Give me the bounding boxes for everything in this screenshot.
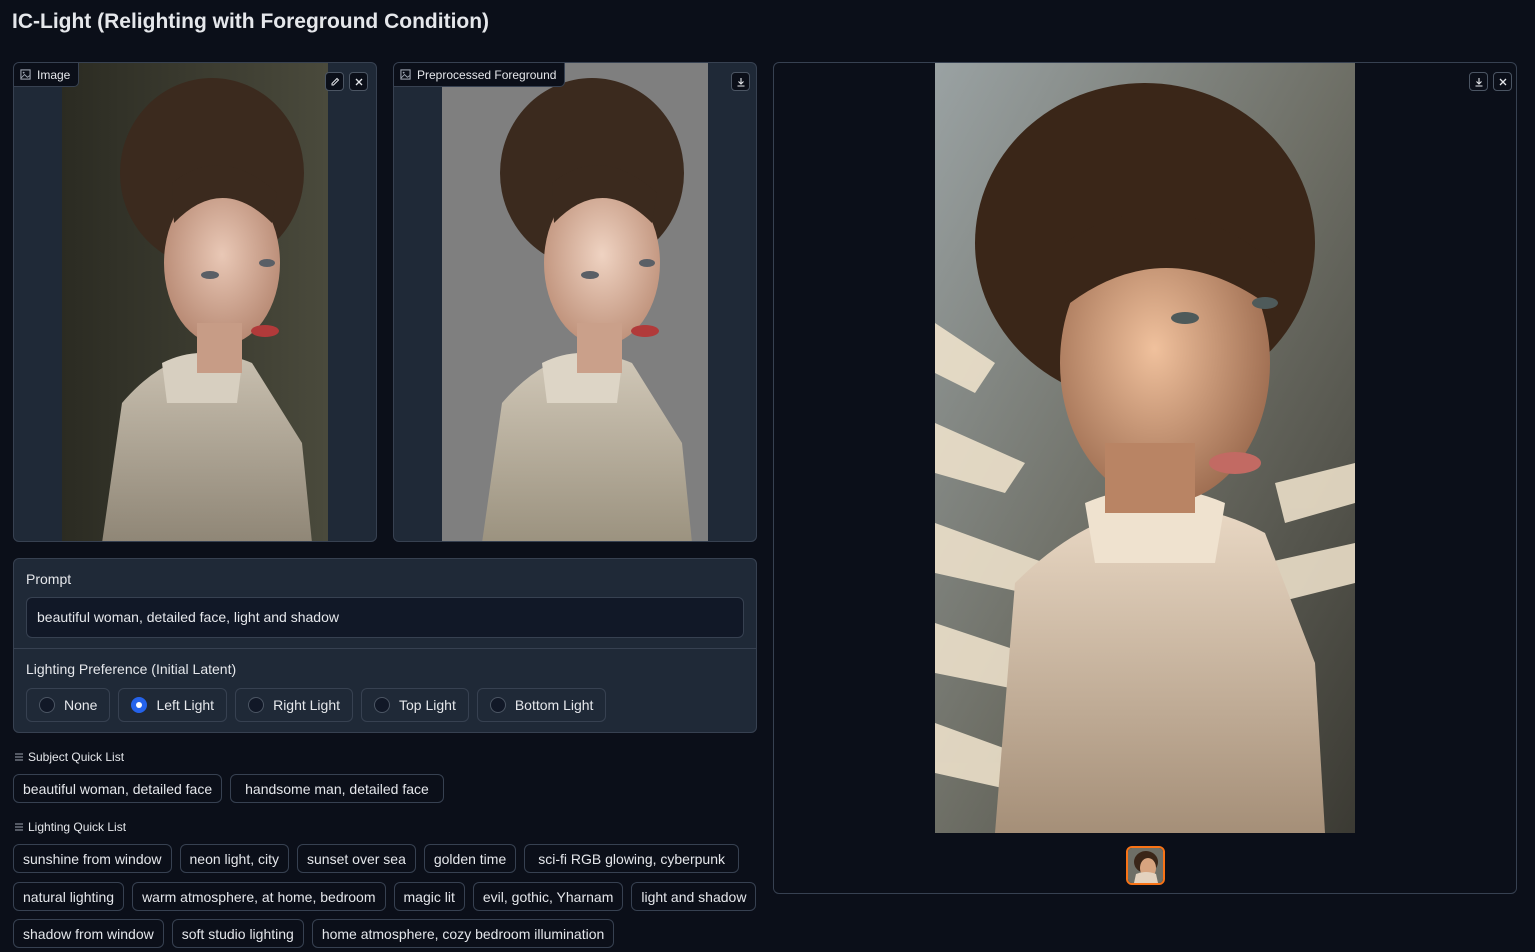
radio-label: Right Light	[273, 697, 341, 713]
close-gallery-button[interactable]	[1493, 72, 1512, 91]
lighting-chip[interactable]: magic lit	[393, 882, 465, 911]
list-icon	[15, 753, 23, 761]
lighting-chip[interactable]: home atmosphere, cozy bedroom illuminati…	[311, 919, 615, 948]
output-gallery-panel[interactable]	[773, 62, 1517, 894]
prompt-block: Prompt beautiful woman, detailed face, l…	[13, 558, 757, 733]
input-photo	[62, 63, 328, 541]
list-icon	[15, 823, 23, 831]
preprocessed-label: Preprocessed Foreground	[417, 67, 557, 82]
close-icon	[355, 78, 362, 85]
edit-icon	[331, 77, 339, 85]
lighting-quick-list-label: Lighting Quick List	[28, 820, 127, 834]
download-icon	[737, 77, 744, 87]
lighting-chip[interactable]: shadow from window	[13, 919, 164, 948]
lighting-quick-list-row: sunshine from window neon light, city su…	[13, 844, 739, 873]
image-input-label: Image	[37, 67, 71, 82]
radio-label: None	[64, 697, 98, 713]
lighting-quick-list-title: Lighting Quick List	[14, 820, 126, 834]
radio-top-light[interactable]: Top Light	[361, 688, 469, 722]
subject-quick-list-label: Subject Quick List	[28, 750, 125, 764]
subject-quick-list: beautiful woman, detailed face handsome …	[13, 774, 444, 803]
lighting-chip[interactable]: sunset over sea	[297, 844, 416, 873]
close-icon	[1499, 78, 1506, 85]
thumbnail-image	[1128, 848, 1163, 883]
subject-chip[interactable]: handsome man, detailed face	[230, 774, 444, 803]
radio-dot	[374, 697, 391, 713]
radio-label: Bottom Light	[514, 697, 594, 713]
image-icon	[400, 69, 411, 80]
prompt-input[interactable]: beautiful woman, detailed face, light an…	[26, 597, 744, 638]
radio-bottom-light[interactable]: Bottom Light	[476, 688, 607, 722]
lighting-preference-label: Lighting Preference (Initial Latent)	[26, 661, 237, 677]
subject-quick-list-title: Subject Quick List	[14, 750, 124, 764]
image-input-label-tag: Image	[14, 63, 80, 87]
radio-dot	[248, 697, 265, 713]
radio-dot	[39, 697, 55, 713]
lighting-chip[interactable]: sci-fi RGB glowing, cyberpunk	[524, 844, 739, 873]
page-title: IC-Light (Relighting with Foreground Con…	[12, 10, 490, 33]
image-input-panel[interactable]: Image	[13, 62, 377, 542]
output-photo[interactable]	[935, 63, 1355, 833]
radio-dot	[489, 697, 506, 713]
radio-label: Top Light	[399, 697, 456, 713]
lighting-preference-radios: None Left Light Right Light Top Light Bo…	[26, 688, 607, 722]
lighting-chip[interactable]: golden time	[423, 844, 517, 873]
download-icon	[1475, 77, 1482, 87]
lighting-quick-list-row: natural lighting warm atmosphere, at hom…	[13, 882, 757, 911]
lighting-quick-list-row: shadow from window soft studio lighting …	[13, 919, 615, 948]
radio-left-light[interactable]: Left Light	[118, 688, 228, 722]
lighting-chip[interactable]: light and shadow	[631, 882, 757, 911]
divider	[14, 648, 756, 649]
radio-label: Left Light	[156, 697, 215, 713]
image-icon	[20, 69, 31, 80]
gallery-thumbnail[interactable]	[1126, 846, 1165, 885]
radio-right-light[interactable]: Right Light	[235, 688, 354, 722]
preprocessed-label-tag: Preprocessed Foreground	[394, 63, 566, 87]
radio-dot-selected	[131, 697, 148, 713]
lighting-chip[interactable]: evil, gothic, Yharnam	[472, 882, 624, 911]
lighting-chip[interactable]: soft studio lighting	[171, 919, 304, 948]
lighting-chip[interactable]: sunshine from window	[13, 844, 172, 873]
prompt-label: Prompt	[26, 571, 72, 587]
edit-button[interactable]	[325, 72, 344, 91]
radio-none[interactable]: None	[26, 688, 111, 722]
download-output-button[interactable]	[1469, 72, 1488, 91]
preprocessed-foreground-panel[interactable]: Preprocessed Foreground	[393, 62, 757, 542]
download-preprocessed-button[interactable]	[731, 72, 750, 91]
lighting-chip[interactable]: neon light, city	[179, 844, 290, 873]
lighting-chip[interactable]: warm atmosphere, at home, bedroom	[132, 882, 386, 911]
clear-image-button[interactable]	[349, 72, 368, 91]
preprocessed-photo	[442, 63, 708, 541]
lighting-chip[interactable]: natural lighting	[13, 882, 125, 911]
subject-chip[interactable]: beautiful woman, detailed face	[13, 774, 223, 803]
